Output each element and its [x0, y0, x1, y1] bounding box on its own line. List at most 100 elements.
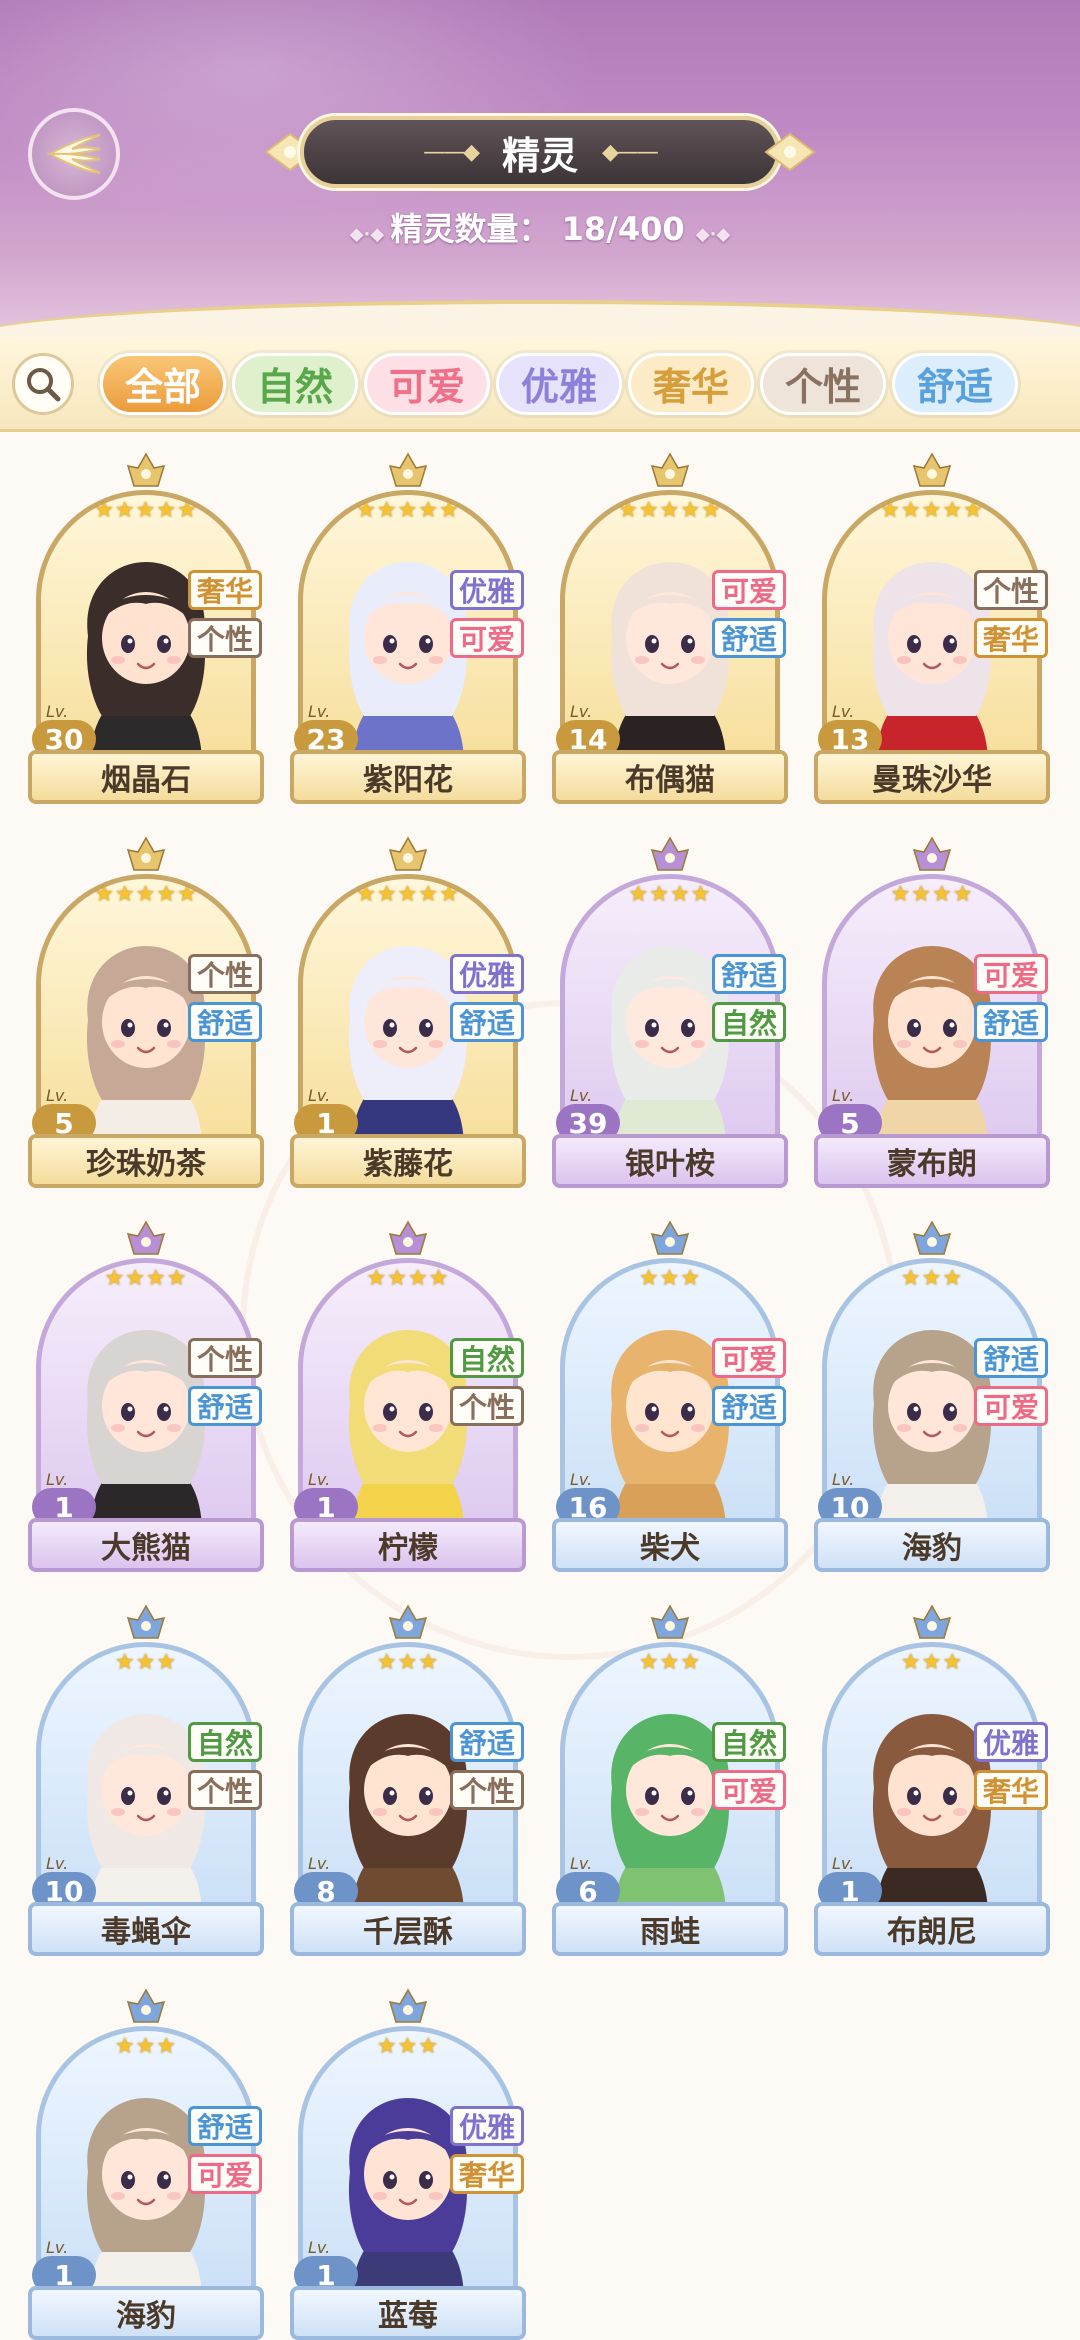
- spirit-count-label: 精灵数量：: [390, 210, 551, 248]
- wing-back-icon: [46, 134, 101, 174]
- trait-tag: 舒适: [450, 1722, 524, 1762]
- trait-tag: 可爱: [712, 1770, 786, 1810]
- level-prefix: Lv.: [832, 1470, 855, 1489]
- level-prefix: Lv.: [46, 1470, 69, 1489]
- spirit-card[interactable]: ★★★ 优雅 奢华 Lv. 1 蓝莓: [290, 1988, 526, 2340]
- spirit-card[interactable]: ★★★★★ 可爱 舒适 Lv. 14 布偶猫: [552, 452, 788, 804]
- rarity-crest-icon: [388, 1604, 428, 1639]
- rarity-stars: ★★★★★: [356, 498, 460, 523]
- spirit-name: 烟晶石: [28, 750, 264, 804]
- back-button[interactable]: [28, 108, 120, 200]
- spirit-name: 大熊猫: [28, 1518, 264, 1572]
- rarity-stars: ★★★: [900, 1266, 964, 1291]
- spirit-card[interactable]: ★★★★ 自然 个性 Lv. 1 柠檬: [290, 1220, 526, 1572]
- filter-bar: 全部 自然 可爱 优雅 奢华 个性 舒适: [0, 338, 1080, 432]
- spirit-name: 蓝莓: [290, 2286, 526, 2340]
- spirit-card[interactable]: ★★★ 舒适 可爱 Lv. 1 海豹: [28, 1988, 264, 2340]
- filter-chip-1[interactable]: 自然: [232, 352, 358, 415]
- level-prefix: Lv.: [46, 1854, 69, 1873]
- rarity-crest-icon: [126, 452, 166, 487]
- trait-tag: 舒适: [450, 1002, 524, 1042]
- trait-tag: 可爱: [450, 618, 524, 658]
- spirit-card[interactable]: ★★★★ 舒适 自然 Lv. 39 银叶桉: [552, 836, 788, 1188]
- filter-chip-0[interactable]: 全部: [100, 352, 226, 415]
- trait-tag: 个性: [974, 570, 1048, 610]
- level-prefix: Lv.: [832, 1086, 855, 1105]
- title-left-deco: ——◆: [423, 139, 480, 165]
- rarity-crest-icon: [126, 1220, 166, 1255]
- level-prefix: Lv.: [832, 1854, 855, 1873]
- trait-tag: 个性: [450, 1770, 524, 1810]
- trait-tag: 个性: [450, 1386, 524, 1426]
- spirit-name: 柠檬: [290, 1518, 526, 1572]
- spirit-name: 蒙布朗: [814, 1134, 1050, 1188]
- level-prefix: Lv.: [832, 702, 855, 721]
- trait-tag: 个性: [188, 1338, 262, 1378]
- count-left-deco: ◆·◆: [349, 224, 391, 245]
- spirit-card[interactable]: ★★★ 舒适 可爱 Lv. 10 海豹: [814, 1220, 1050, 1572]
- level-prefix: Lv.: [46, 1086, 69, 1105]
- spirit-name: 千层酥: [290, 1902, 526, 1956]
- rarity-stars: ★★★: [376, 1650, 440, 1675]
- header-arc-decoration: [0, 300, 1080, 340]
- spirit-card[interactable]: ★★★★ 可爱 舒适 Lv. 5 蒙布朗: [814, 836, 1050, 1188]
- spirit-name: 柴犬: [552, 1518, 788, 1572]
- level-prefix: Lv.: [308, 2238, 331, 2257]
- rarity-stars: ★★★: [900, 1650, 964, 1675]
- trait-tag: 奢华: [450, 2154, 524, 2194]
- search-button[interactable]: [12, 352, 74, 415]
- filter-chip-6[interactable]: 舒适: [892, 352, 1018, 415]
- trait-tag: 舒适: [974, 1002, 1048, 1042]
- trait-tag: 舒适: [188, 1002, 262, 1042]
- spirit-card[interactable]: ★★★ 自然 个性 Lv. 10 毒蝇伞: [28, 1604, 264, 1956]
- filter-chip-3[interactable]: 优雅: [496, 352, 622, 415]
- trait-tag: 自然: [188, 1722, 262, 1762]
- trait-tag: 自然: [450, 1338, 524, 1378]
- trait-tag: 优雅: [450, 570, 524, 610]
- spirit-card[interactable]: ★★★★ 个性 舒适 Lv. 1 大熊猫: [28, 1220, 264, 1572]
- trait-tag: 舒适: [974, 1338, 1048, 1378]
- rarity-stars: ★★★: [114, 1650, 178, 1675]
- spirit-card[interactable]: ★★★ 舒适 个性 Lv. 8 千层酥: [290, 1604, 526, 1956]
- spirit-card[interactable]: ★★★ 可爱 舒适 Lv. 16 柴犬: [552, 1220, 788, 1572]
- rarity-crest-icon: [912, 452, 952, 487]
- spirit-card[interactable]: ★★★★★ 奢华 个性 Lv. 30 烟晶石: [28, 452, 264, 804]
- spirit-name: 雨蛙: [552, 1902, 788, 1956]
- trait-tag: 个性: [188, 1770, 262, 1810]
- rarity-crest-icon: [388, 1988, 428, 2023]
- trait-tag: 可爱: [974, 1386, 1048, 1426]
- filter-chip-list: 全部 自然 可爱 优雅 奢华 个性 舒适: [100, 352, 1024, 415]
- filter-chip-5[interactable]: 个性: [760, 352, 886, 415]
- filter-chip-4[interactable]: 奢华: [628, 352, 754, 415]
- rarity-stars: ★★★★: [628, 882, 712, 907]
- spirit-name: 紫阳花: [290, 750, 526, 804]
- spirit-name: 珍珠奶茶: [28, 1134, 264, 1188]
- trait-tag: 可爱: [712, 1338, 786, 1378]
- spirit-name: 海豹: [814, 1518, 1050, 1572]
- rarity-crest-icon: [650, 1604, 690, 1639]
- trait-tag: 奢华: [974, 1770, 1048, 1810]
- spirit-card[interactable]: ★★★★★ 优雅 可爱 Lv. 23 紫阳花: [290, 452, 526, 804]
- rarity-crest-icon: [126, 1604, 166, 1639]
- trait-tag: 优雅: [974, 1722, 1048, 1762]
- spirit-card[interactable]: ★★★ 自然 可爱 Lv. 6 雨蛙: [552, 1604, 788, 1956]
- filter-chip-2[interactable]: 可爱: [364, 352, 490, 415]
- level-prefix: Lv.: [46, 702, 69, 721]
- spirit-name: 布朗尼: [814, 1902, 1050, 1956]
- rarity-stars: ★★★: [638, 1266, 702, 1291]
- rarity-stars: ★★★★★: [618, 498, 722, 523]
- spirit-card[interactable]: ★★★★★ 优雅 舒适 Lv. 1 紫藤花: [290, 836, 526, 1188]
- spirit-card[interactable]: ★★★★★ 个性 奢华 Lv. 13 曼珠沙华: [814, 452, 1050, 804]
- count-right-deco: ◆·◆: [695, 224, 731, 245]
- search-icon: [27, 367, 61, 401]
- trait-tag: 奢华: [974, 618, 1048, 658]
- trait-tag: 个性: [188, 618, 262, 658]
- spirit-card[interactable]: ★★★ 优雅 奢华 Lv. 1 布朗尼: [814, 1604, 1050, 1956]
- rarity-stars: ★★★★: [890, 882, 974, 907]
- trait-tag: 舒适: [712, 954, 786, 994]
- spirit-card[interactable]: ★★★★★ 个性 舒适 Lv. 5 珍珠奶茶: [28, 836, 264, 1188]
- trait-tag: 舒适: [188, 1386, 262, 1426]
- rarity-crest-icon: [388, 1220, 428, 1255]
- rarity-crest-icon: [126, 836, 166, 871]
- spirit-name: 海豹: [28, 2286, 264, 2340]
